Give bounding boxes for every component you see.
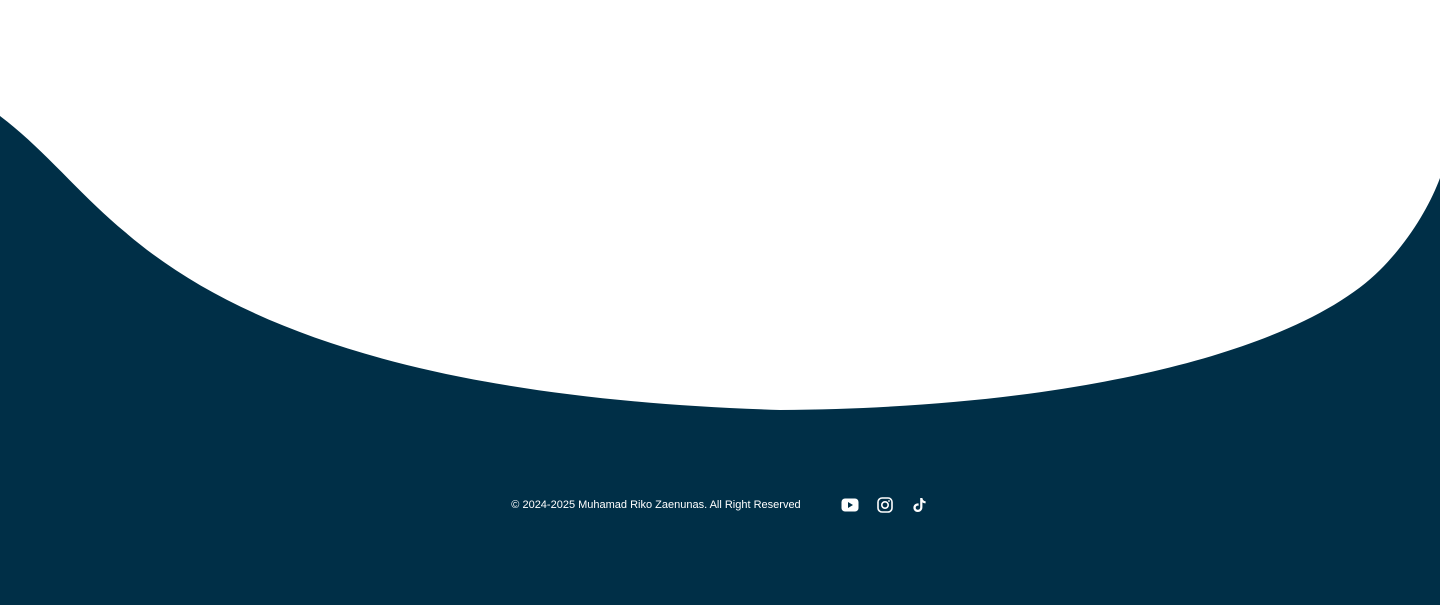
- instagram-icon: [876, 497, 893, 513]
- tiktok-icon: [913, 498, 926, 512]
- footer-wave-shape: [0, 116, 1440, 605]
- social-links: [841, 496, 929, 514]
- tiktok-link[interactable]: [911, 496, 929, 514]
- copyright-text: © 2024-2025 Muhamad Riko Zaenunas. All R…: [511, 499, 801, 511]
- page: © 2024-2025 Muhamad Riko Zaenunas. All R…: [0, 0, 1440, 605]
- footer-bar: © 2024-2025 Muhamad Riko Zaenunas. All R…: [0, 490, 1440, 520]
- youtube-link[interactable]: [841, 496, 859, 514]
- instagram-link[interactable]: [876, 496, 894, 514]
- youtube-icon: [841, 498, 859, 512]
